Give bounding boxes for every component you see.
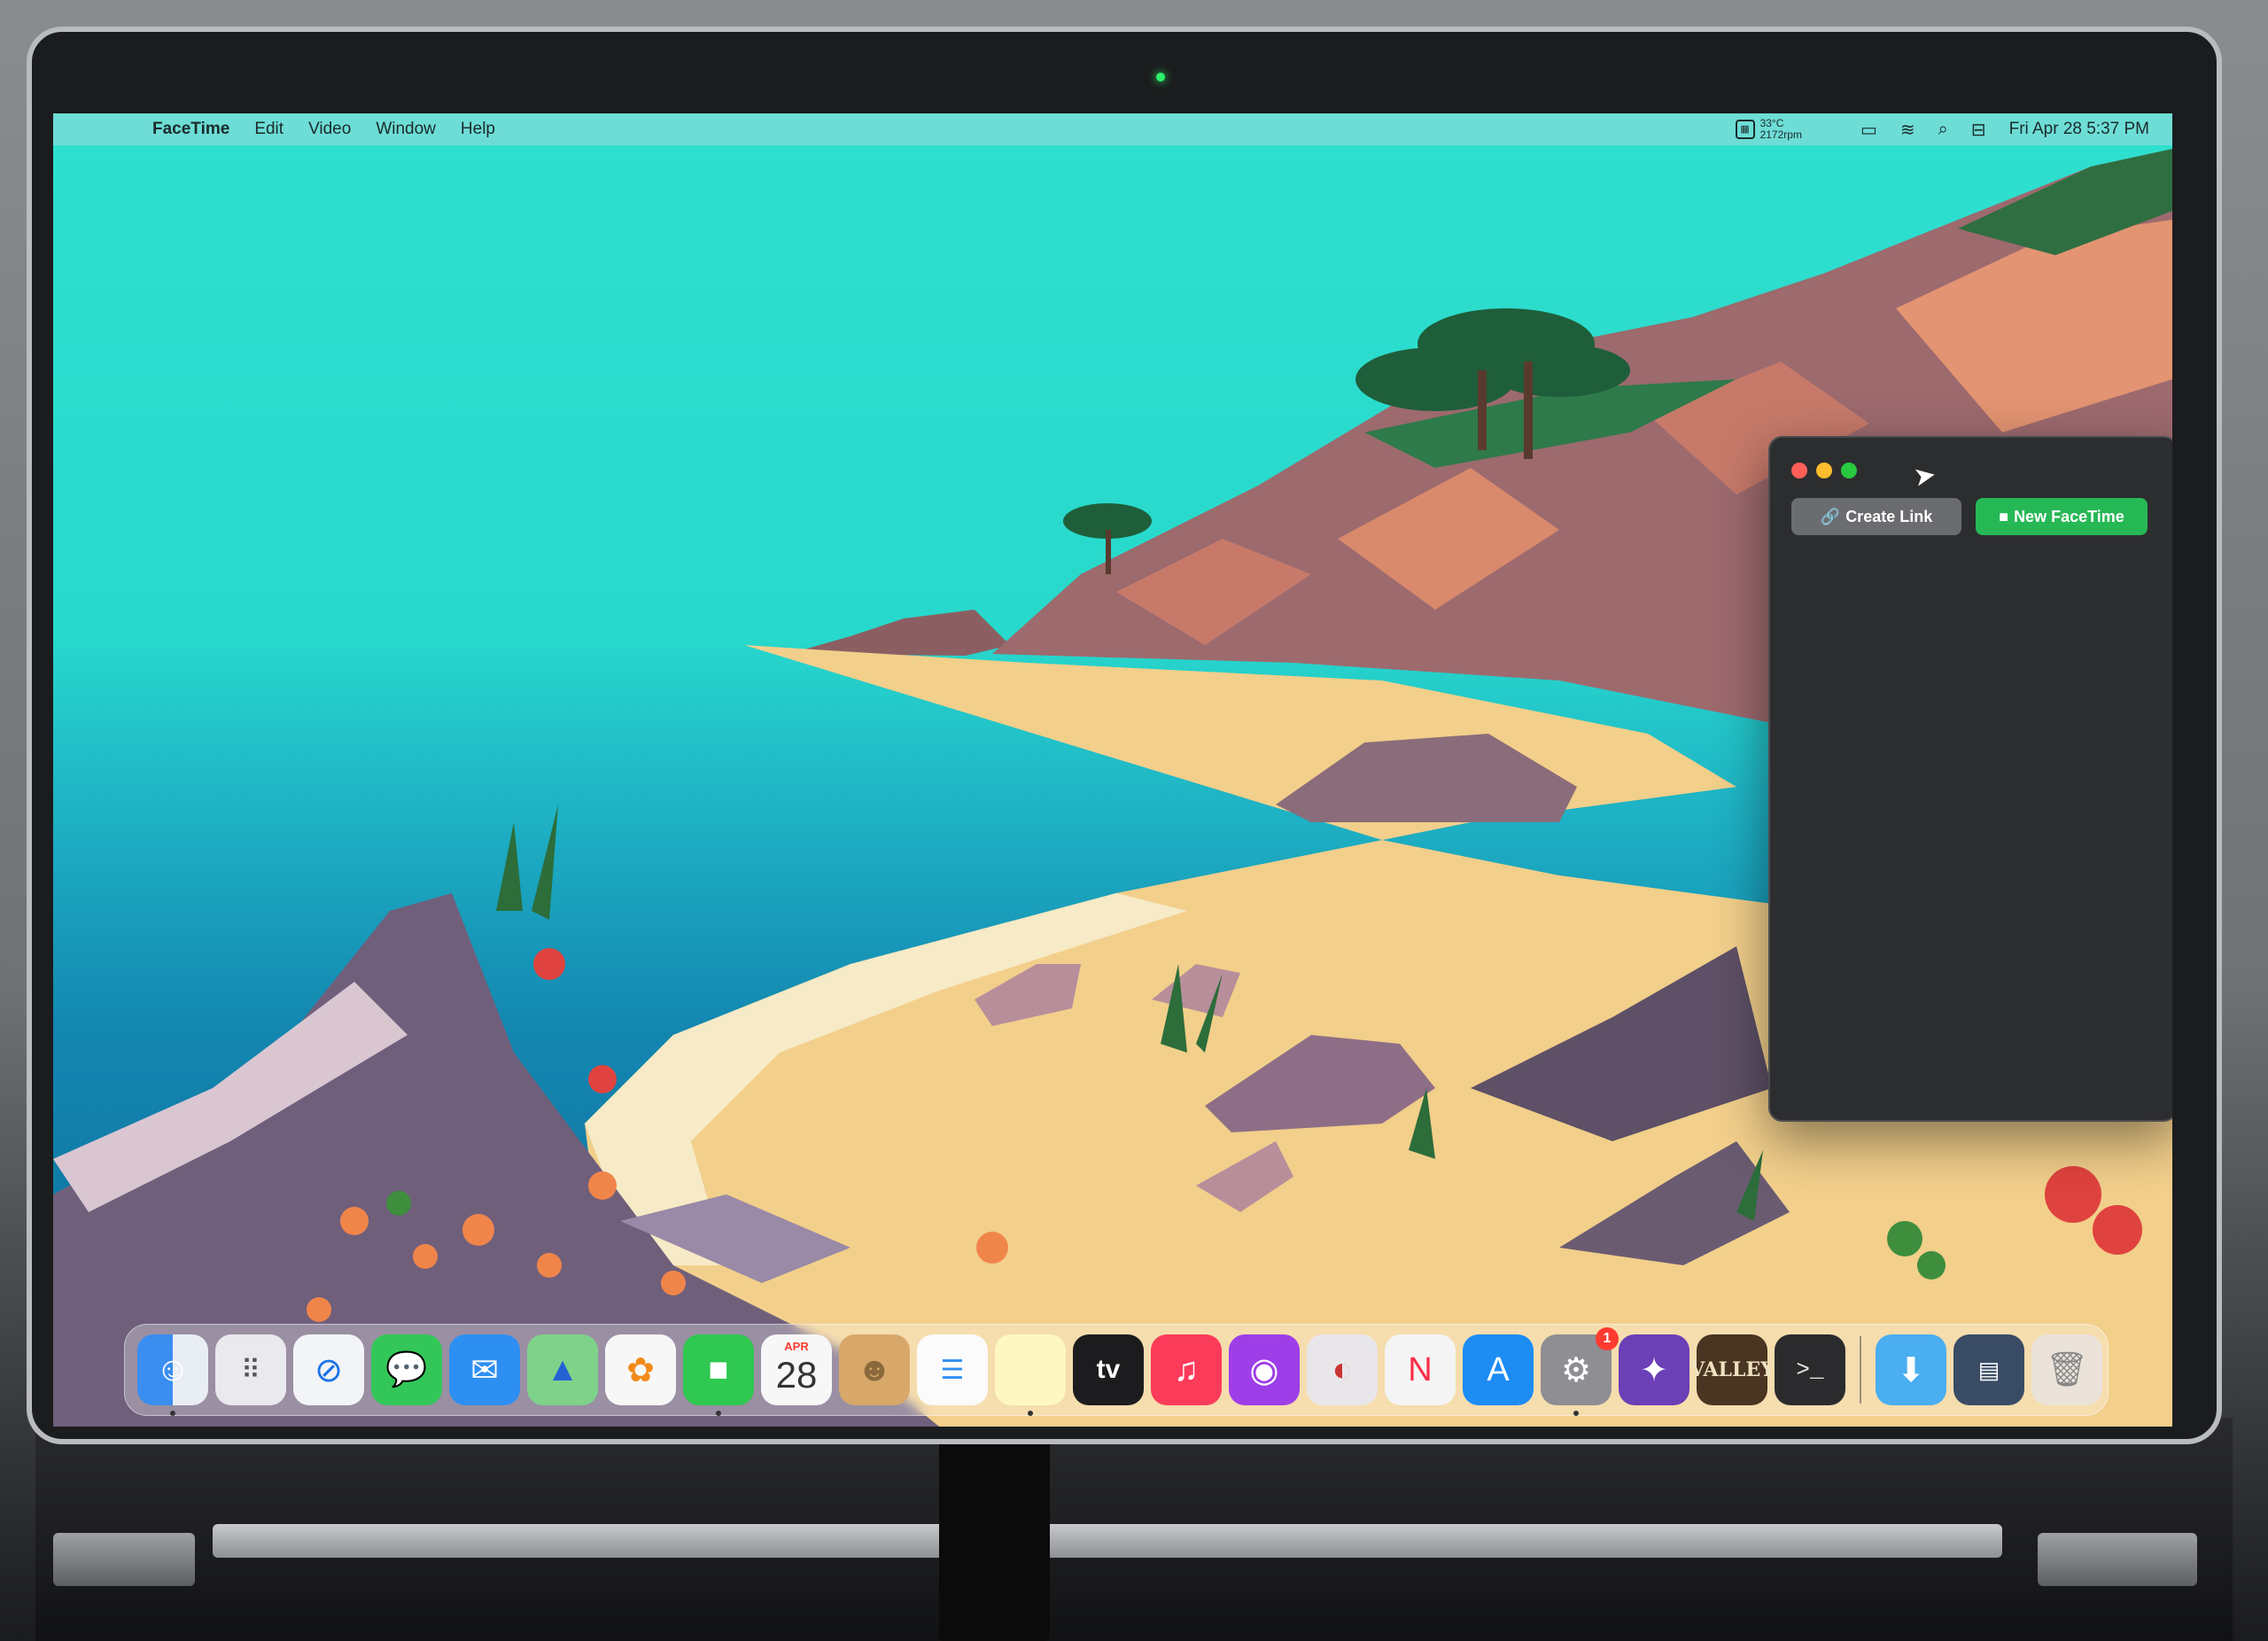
finder-icon[interactable]: ☺ [137, 1334, 208, 1416]
news-icon[interactable]: N [1385, 1334, 1456, 1405]
screen: FaceTime Edit Video Window Help ▦ 33°C 2… [53, 113, 2172, 1427]
running-indicator [1028, 1411, 1033, 1416]
safari-icon[interactable]: ⊘ [293, 1334, 364, 1405]
downloads-folder-icon[interactable]: ⬇ [1876, 1334, 1946, 1405]
music-icon[interactable]: ♫ [1151, 1334, 1222, 1405]
trash-icon[interactable]: 🗑 [2031, 1334, 2102, 1405]
mouse-pointer-icon: ➤ [1911, 460, 1938, 493]
search-icon[interactable]: ⌕ [1938, 120, 1948, 140]
facetime-icon[interactable]: ■ [683, 1334, 754, 1416]
window-controls [1791, 463, 1857, 478]
instruments-icon[interactable]: ✦ [1619, 1334, 1689, 1405]
maps-icon[interactable]: ▲ [527, 1334, 598, 1405]
new-facetime-label: New FaceTime [2014, 507, 2124, 525]
menu-video[interactable]: Video [308, 120, 351, 139]
valley-label: VALLEY [1689, 1358, 1775, 1381]
dock-separator [1860, 1336, 1861, 1404]
menu-app-name[interactable]: FaceTime [152, 120, 229, 139]
system-settings-icon[interactable]: ⚙ 1 [1541, 1327, 1619, 1416]
messages-icon[interactable]: 💬 [371, 1334, 442, 1405]
system-stats[interactable]: ▦ 33°C 2172rpm [1735, 118, 1802, 141]
wifi-icon[interactable]: ≋ [1900, 119, 1915, 141]
link-icon: 🔗 [1820, 507, 1841, 525]
apple-tv-icon[interactable]: tv [1073, 1334, 1144, 1405]
menu-help[interactable]: Help [461, 120, 495, 139]
terminal-icon[interactable]: >_ [1775, 1334, 1845, 1405]
running-indicator [716, 1411, 721, 1416]
facetime-window: ➤ 🔗 Create Link ■ New FaceTime [1768, 436, 2172, 1122]
new-facetime-button[interactable]: ■ New FaceTime [1976, 498, 2148, 535]
battery-icon[interactable]: ▭ [1860, 119, 1877, 141]
menu-window[interactable]: Window [376, 120, 436, 139]
menu-bar: FaceTime Edit Video Window Help ▦ 33°C 2… [53, 113, 2172, 145]
hinge-bar [213, 1524, 2002, 1558]
settings-badge: 1 [1596, 1327, 1619, 1350]
display-cable [939, 1427, 1050, 1641]
launchpad-icon[interactable]: ⠿ [215, 1334, 286, 1405]
notes-icon[interactable] [995, 1334, 1066, 1416]
screenshot-stack-icon[interactable]: ▤ [1953, 1334, 2024, 1405]
app-store-icon[interactable]: A [1463, 1334, 1534, 1405]
menu-bar-status: ▦ 33°C 2172rpm ▭ ≋ ⌕ ⊟ Fri Apr 28 5:37 P… [1735, 113, 2149, 145]
fullscreen-button[interactable] [1841, 463, 1857, 478]
calendar-month: APR [784, 1340, 809, 1353]
mail-icon[interactable]: ✉ [449, 1334, 520, 1405]
running-indicator [1573, 1411, 1579, 1416]
podcasts-icon[interactable]: ◉ [1229, 1334, 1300, 1405]
valley-game-icon[interactable]: VALLEY [1689, 1334, 1775, 1405]
minimize-button[interactable] [1816, 463, 1832, 478]
create-link-button[interactable]: 🔗 Create Link [1791, 498, 1961, 535]
left-bracket [53, 1533, 195, 1586]
clock[interactable]: Fri Apr 28 5:37 PM [2009, 120, 2149, 139]
reminders-icon[interactable]: ☰ [917, 1334, 988, 1405]
calendar-icon[interactable]: APR 28 [761, 1334, 832, 1405]
cpu-icon: ▦ [1735, 120, 1755, 139]
photos-icon[interactable]: ✿ [605, 1334, 676, 1405]
control-center-icon[interactable]: ⊟ [1971, 119, 1986, 141]
camera-indicator [1156, 73, 1165, 82]
dock: ☺ ⠿ ⊘ 💬 ✉ ▲ ✿ ■ APR 28 ☻ ☰ tv ♫ ◉ ◐ N A … [124, 1324, 2109, 1416]
close-button[interactable] [1791, 463, 1807, 478]
create-link-label: Create Link [1845, 507, 1933, 525]
apple-tv-label: tv [1096, 1355, 1121, 1384]
fan-speed-reading: 2172rpm [1759, 128, 1802, 141]
menu-edit[interactable]: Edit [254, 120, 284, 139]
right-bracket [2038, 1533, 2197, 1586]
contacts-icon[interactable]: ☻ [839, 1334, 910, 1405]
instruments-eye-icon[interactable]: ◐ [1307, 1334, 1378, 1405]
calendar-day: 28 [775, 1354, 818, 1396]
running-indicator [170, 1411, 175, 1416]
video-camera-icon: ■ [1999, 507, 2009, 525]
